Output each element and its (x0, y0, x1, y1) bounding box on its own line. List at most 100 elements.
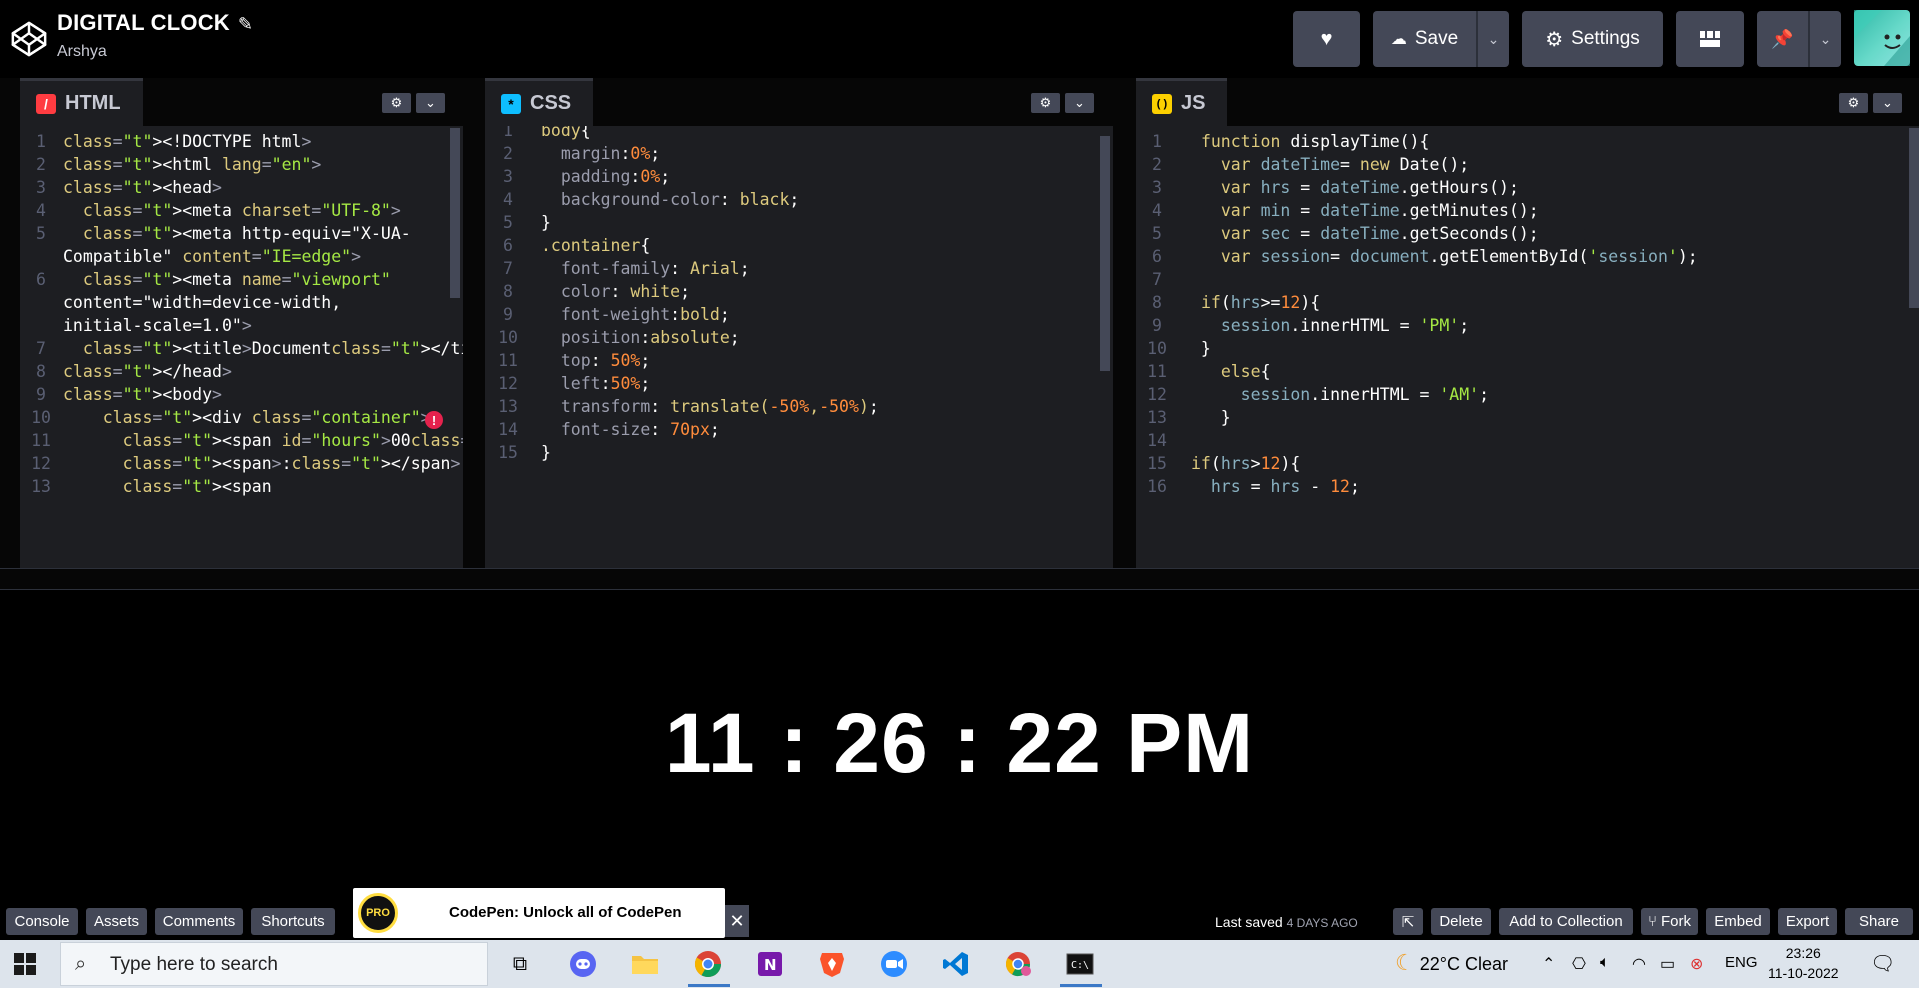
battery-icon[interactable]: ▭ (1660, 954, 1675, 974)
code-text: class="t"><meta name="viewport" (82, 270, 391, 289)
code-line: 5 class="t"><meta http-equiv="X-UA- (20, 222, 463, 245)
js-settings-button[interactable]: ⚙ (1839, 93, 1868, 113)
line-number: 4 (503, 190, 513, 209)
vscode-icon[interactable] (940, 948, 972, 980)
line-number: 9 (36, 385, 46, 404)
line-number: 2 (503, 144, 513, 163)
save-dropdown-button[interactable]: ⌄ (1478, 11, 1509, 67)
code-text: class="t"></head> (63, 362, 232, 381)
change-view-button[interactable] (1676, 11, 1744, 67)
console-button[interactable]: Console (6, 908, 78, 935)
css-scrollbar[interactable] (1100, 136, 1110, 371)
network-status-icon[interactable]: ⊗ (1690, 954, 1703, 974)
code-line: 4 var min = dateTime.getMinutes(); (1136, 199, 1919, 222)
code-line: 7 (1136, 268, 1919, 291)
weather-widget[interactable]: ☾ 22°C Clear (1395, 950, 1508, 976)
share-button[interactable]: Share (1845, 908, 1913, 935)
volume-icon[interactable]: 🔈︎ (1600, 954, 1610, 972)
assets-button[interactable]: Assets (86, 908, 147, 935)
wifi-icon[interactable]: ◠ (1632, 954, 1646, 974)
pen-author[interactable]: Arshya (57, 43, 107, 61)
js-code-editor[interactable]: 1 function displayTime(){2 var dateTime=… (1136, 126, 1919, 568)
line-number: 8 (503, 282, 513, 301)
open-new-window-button[interactable]: ⇱ (1393, 908, 1423, 935)
language-indicator[interactable]: ENG (1725, 954, 1758, 971)
show-hidden-icons-icon[interactable]: ⌃ (1542, 954, 1555, 974)
windows-start-icon[interactable] (14, 953, 36, 975)
line-number: 11 (1147, 362, 1167, 381)
cloud-icon: ☁ (1390, 31, 1407, 48)
code-line: 16 hrs = hrs - 12; (1136, 475, 1919, 498)
html-editor-pane: / HTML ⚙ ⌄ 1 class="t"><!DOCTYPE html> 2 cla… (20, 78, 463, 568)
delete-button[interactable]: Delete (1431, 908, 1491, 935)
code-line: 11 top: 50%; (485, 349, 1113, 372)
line-number: 7 (1152, 270, 1162, 289)
js-scrollbar[interactable] (1909, 128, 1919, 308)
promo-close-button[interactable]: ✕ (725, 905, 749, 937)
love-button[interactable]: ♥ (1293, 11, 1360, 67)
brave-icon[interactable] (816, 948, 848, 980)
svg-text:C:\: C:\ (1071, 960, 1089, 971)
pen-title[interactable]: DIGITAL CLOCK ✎ (57, 10, 253, 36)
code-text: background-color: black; (560, 190, 800, 209)
pro-promo-banner[interactable]: PRO CodePen: Unlock all of CodePen (353, 888, 725, 938)
top-header: DIGITAL CLOCK ✎ Arshya ♥ ☁ Save ⌄ ⚙ Setting… (0, 0, 1919, 78)
taskbar-clock[interactable]: 23:26 11-10-2022 (1768, 943, 1839, 983)
terminal-icon[interactable]: C:\ (1064, 948, 1096, 980)
result-preview: 11 : 26 : 22 PM (0, 590, 1919, 903)
export-button[interactable]: Export (1778, 908, 1837, 935)
tab-js[interactable]: ( ) JS (1136, 78, 1228, 126)
notifications-icon[interactable]: 🗨︎ (1870, 951, 1895, 976)
code-line: 5} (485, 211, 1113, 234)
line-number: 16 (1147, 477, 1167, 496)
fork-button[interactable]: ⑂ Fork (1641, 908, 1698, 935)
shortcuts-button[interactable]: Shortcuts (251, 908, 335, 935)
css-code-editor[interactable]: 1 body{2 margin:0%; 3 padding:0%; 4 backgro… (485, 126, 1113, 568)
comments-button[interactable]: Comments (155, 908, 243, 935)
code-line: 9 font-weight:bold; (485, 303, 1113, 326)
error-icon[interactable]: ! (425, 411, 443, 429)
pin-dropdown-button[interactable]: ⌄ (1810, 11, 1841, 67)
promo-text: CodePen: Unlock all of CodePen (449, 904, 682, 921)
js-badge-icon: ( ) (1152, 93, 1172, 114)
code-line: 1 body{ (485, 126, 1113, 142)
html-settings-button[interactable]: ⚙ (382, 93, 411, 113)
line-number: 9 (503, 305, 513, 324)
html-badge-icon: / (36, 93, 56, 114)
code-line: 2 margin:0%; (485, 142, 1113, 165)
chrome-profile-icon[interactable] (1002, 948, 1034, 980)
code-text: color: white; (560, 282, 691, 301)
embed-button[interactable]: Embed (1706, 908, 1770, 935)
save-button[interactable]: ☁ Save (1373, 11, 1476, 67)
tab-css[interactable]: * CSS (485, 78, 594, 126)
user-avatar[interactable] (1854, 10, 1910, 66)
codepen-logo-icon[interactable] (10, 20, 48, 58)
code-line: 9 class="t"><body> (20, 383, 463, 406)
js-options-button[interactable]: ⌄ (1873, 93, 1902, 113)
pin-button[interactable]: 📌 (1757, 11, 1808, 67)
line-number: 7 (503, 259, 513, 278)
zoom-icon[interactable] (878, 948, 910, 980)
html-options-button[interactable]: ⌄ (416, 93, 445, 113)
code-line: content="width=device-width, (20, 291, 463, 314)
file-explorer-icon[interactable] (629, 948, 661, 980)
code-text: font-weight:bold; (560, 305, 730, 324)
css-settings-button[interactable]: ⚙ (1031, 93, 1060, 113)
code-line: 10 class="t"><div class="container"> (20, 406, 463, 429)
onenote-icon[interactable]: N (754, 948, 786, 980)
task-view-icon[interactable]: ⧉ (504, 948, 536, 980)
tab-html[interactable]: / HTML (20, 78, 143, 126)
html-code-editor[interactable]: 1 class="t"><!DOCTYPE html> 2 class="t"><ht… (20, 126, 463, 568)
chrome-icon[interactable] (692, 948, 724, 980)
settings-button[interactable]: ⚙ Settings (1522, 11, 1663, 67)
discord-icon[interactable] (567, 948, 599, 980)
pencil-icon[interactable]: ✎ (238, 14, 253, 34)
add-to-collection-button[interactable]: Add to Collection (1499, 908, 1633, 935)
preview-resizer[interactable] (0, 568, 1919, 590)
meet-now-icon[interactable]: ⎔ (1572, 954, 1586, 974)
html-scrollbar[interactable] (450, 128, 460, 298)
taskbar-search-box[interactable]: ⌕ Type here to search (60, 942, 488, 986)
code-line: 10 position:absolute; (485, 326, 1113, 349)
css-options-button[interactable]: ⌄ (1065, 93, 1094, 113)
search-icon: ⌕ (75, 953, 87, 975)
